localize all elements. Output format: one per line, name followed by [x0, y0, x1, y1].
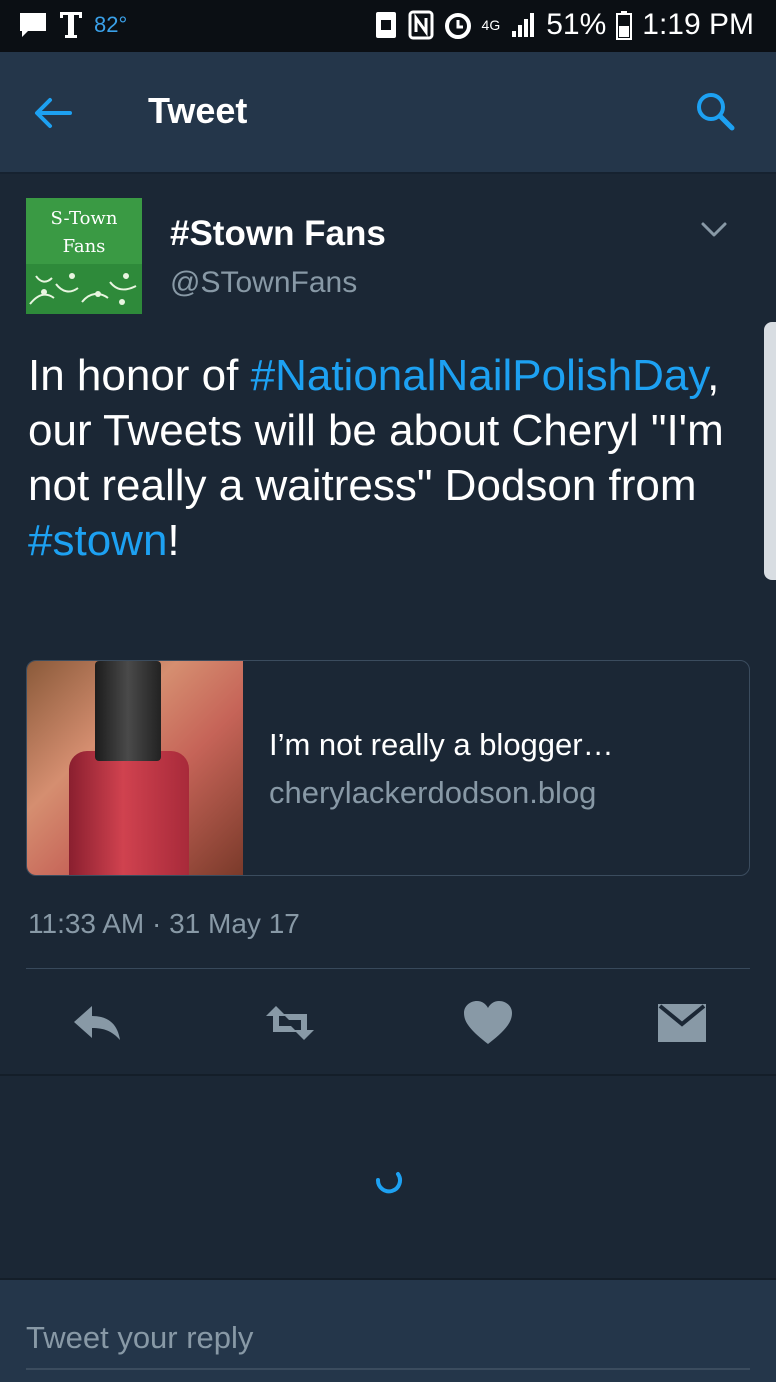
hashtag-link[interactable]: #NationalNailPolishDay	[251, 351, 708, 400]
tweet-text-segment: In honor of	[28, 351, 251, 400]
retweet-icon[interactable]	[262, 998, 318, 1048]
avatar-text-line2: Fans	[62, 236, 106, 257]
nail-polish-bottle-image	[69, 751, 189, 875]
display-name[interactable]: #Stown Fans	[170, 214, 386, 254]
tweet-timestamp: 11:33 AM · 31 May 17	[28, 908, 300, 939]
nfc-icon	[408, 10, 434, 40]
chevron-down-icon[interactable]	[700, 220, 728, 240]
temperature: 82°	[94, 12, 128, 37]
battery-icon	[616, 11, 633, 40]
sim-icon	[375, 12, 396, 38]
reply-bar	[0, 1278, 776, 1382]
message-icon	[20, 13, 46, 37]
network-type: 4G	[481, 17, 501, 33]
status-bar: 82° 4G 51% 1:19 PM	[0, 0, 776, 52]
back-arrow-icon[interactable]	[30, 90, 76, 136]
battery-percent: 51%	[546, 8, 607, 41]
tweet-text-segment: !	[167, 516, 180, 565]
page-title: Tweet	[148, 90, 248, 131]
hashtag-link[interactable]: #stown	[28, 516, 167, 565]
card-url: cherylackerdodson.blog	[269, 775, 597, 810]
search-icon[interactable]	[692, 88, 738, 134]
leaf-pattern-icon	[29, 273, 137, 305]
divider	[26, 968, 750, 969]
user-handle[interactable]: @STownFans	[170, 266, 357, 300]
section-separator	[0, 1074, 776, 1076]
avatar-pattern	[26, 264, 142, 314]
avatar[interactable]: S-Town Fans	[26, 198, 142, 314]
direct-message-icon[interactable]	[654, 998, 710, 1048]
heart-icon[interactable]	[460, 998, 516, 1048]
avatar-text-line1: S-Town	[50, 208, 118, 229]
card-title: I’m not really a blogger…	[269, 727, 614, 762]
scrollbar[interactable]	[764, 322, 776, 580]
status-left: 82°	[18, 10, 127, 40]
reply-input[interactable]	[26, 1308, 750, 1370]
card-thumbnail	[27, 661, 243, 875]
status-right: 4G 51% 1:19 PM	[374, 8, 754, 42]
loading-spinner-icon	[375, 1172, 402, 1194]
reply-icon[interactable]	[70, 998, 126, 1048]
tweet-text: In honor of #NationalNailPolishDay, our …	[28, 348, 758, 568]
bottle-cap-image	[95, 661, 161, 761]
clock: 1:19 PM	[642, 8, 754, 41]
alarm-icon	[444, 13, 471, 39]
signal-icon	[512, 13, 535, 37]
top-bar: Tweet	[0, 52, 776, 174]
carrier-logo-icon	[60, 12, 82, 38]
link-card[interactable]: I’m not really a blogger… cherylackerdod…	[26, 660, 750, 876]
